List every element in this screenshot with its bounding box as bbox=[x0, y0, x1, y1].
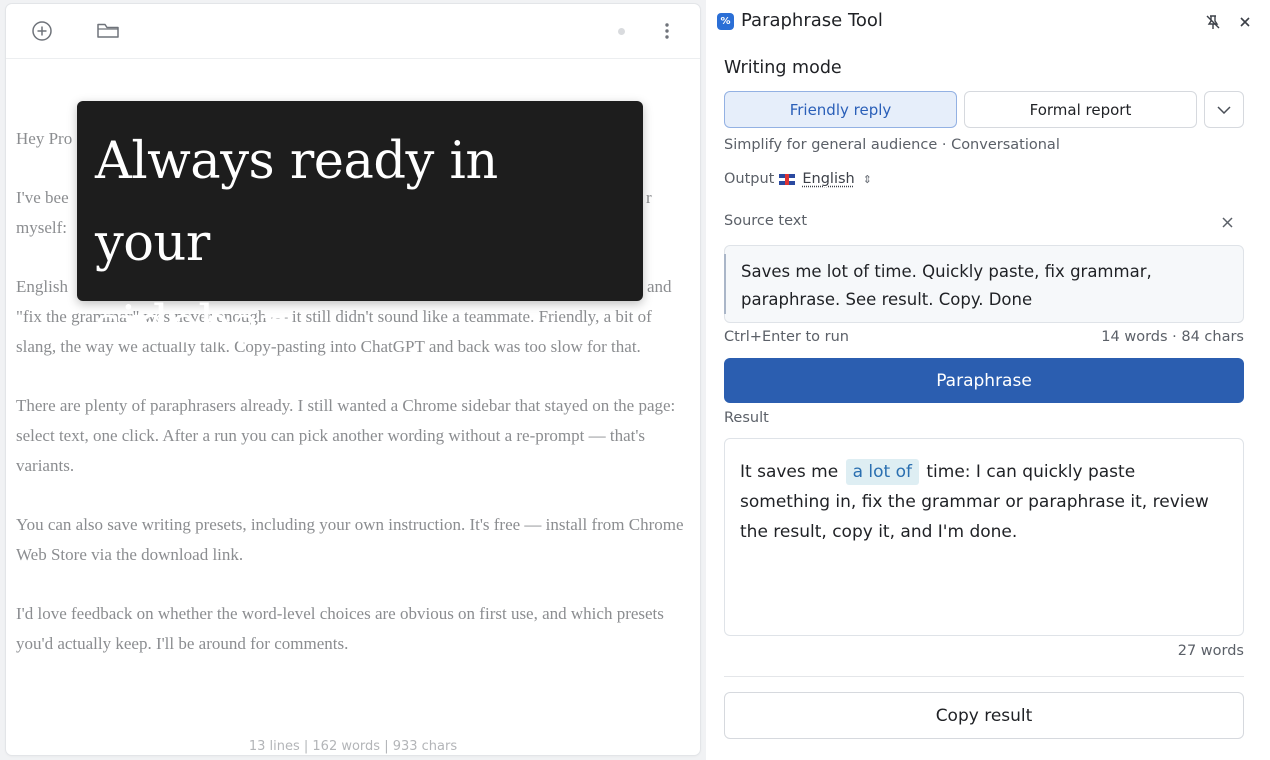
paraphrase-sidebar: % Paraphrase Tool Writing mode Friendly … bbox=[706, 0, 1270, 760]
mode-friendly-reply-button[interactable]: Friendly reply bbox=[724, 91, 957, 128]
source-text-input[interactable]: Saves me lot of time. Quickly paste, fix… bbox=[724, 245, 1244, 323]
app-logo-icon: % bbox=[717, 13, 734, 30]
divider bbox=[724, 676, 1244, 677]
overlay-line-1: Always ready in your bbox=[95, 132, 498, 273]
sync-status-dot bbox=[618, 28, 625, 35]
source-counts: 14 words · 84 chars bbox=[1101, 329, 1244, 345]
more-vertical-icon[interactable] bbox=[654, 18, 680, 44]
editor-toolbar bbox=[6, 4, 700, 59]
output-language-select[interactable]: English bbox=[802, 171, 854, 187]
unpin-icon[interactable] bbox=[1203, 12, 1223, 32]
mode-formal-report-button[interactable]: Formal report bbox=[964, 91, 1197, 128]
close-icon[interactable] bbox=[1235, 12, 1255, 32]
document-stats: 13 lines | 162 words | 933 chars bbox=[248, 739, 458, 754]
doc-paragraph: I'd love feedback on whether the word-le… bbox=[16, 604, 664, 653]
source-meta-row: Ctrl+Enter to run 14 words · 84 chars bbox=[724, 329, 1244, 345]
result-word-count: 27 words bbox=[1177, 643, 1244, 659]
doc-paragraph: There are plenty of paraphrasers already… bbox=[16, 396, 676, 475]
result-label: Result bbox=[724, 410, 769, 426]
mode-description: Simplify for general audience · Conversa… bbox=[724, 137, 1060, 153]
sidebar-header: % Paraphrase Tool bbox=[706, 0, 1270, 44]
output-language-row: Output English ⇕ bbox=[724, 171, 872, 187]
shortcut-hint: Ctrl+Enter to run bbox=[724, 329, 849, 345]
sort-arrows-icon[interactable]: ⇕ bbox=[863, 173, 872, 186]
clear-source-icon[interactable] bbox=[1217, 212, 1237, 232]
result-output[interactable]: It saves me a lot of time: I can quickly… bbox=[724, 438, 1244, 636]
app-title: Paraphrase Tool bbox=[741, 10, 883, 31]
variant-word-chip[interactable]: a lot of bbox=[845, 459, 919, 485]
more-modes-button[interactable] bbox=[1204, 91, 1244, 128]
open-folder-icon[interactable] bbox=[95, 18, 121, 44]
new-file-icon[interactable] bbox=[29, 18, 55, 44]
doc-paragraph: You can also save writing presets, inclu… bbox=[16, 515, 684, 564]
input-focus-bar bbox=[724, 254, 726, 314]
uk-flag-icon bbox=[779, 173, 796, 185]
writing-mode-title: Writing mode bbox=[724, 58, 842, 78]
paraphrase-button[interactable]: Paraphrase bbox=[724, 358, 1244, 403]
chevron-down-icon bbox=[1217, 105, 1231, 114]
overlay-line-2: sidebar bbox=[95, 296, 285, 355]
source-text-label: Source text bbox=[724, 213, 808, 229]
copy-result-button[interactable]: Copy result bbox=[724, 692, 1244, 739]
promo-overlay: Always ready in your sidebar bbox=[77, 101, 643, 355]
output-label: Output bbox=[724, 171, 775, 187]
